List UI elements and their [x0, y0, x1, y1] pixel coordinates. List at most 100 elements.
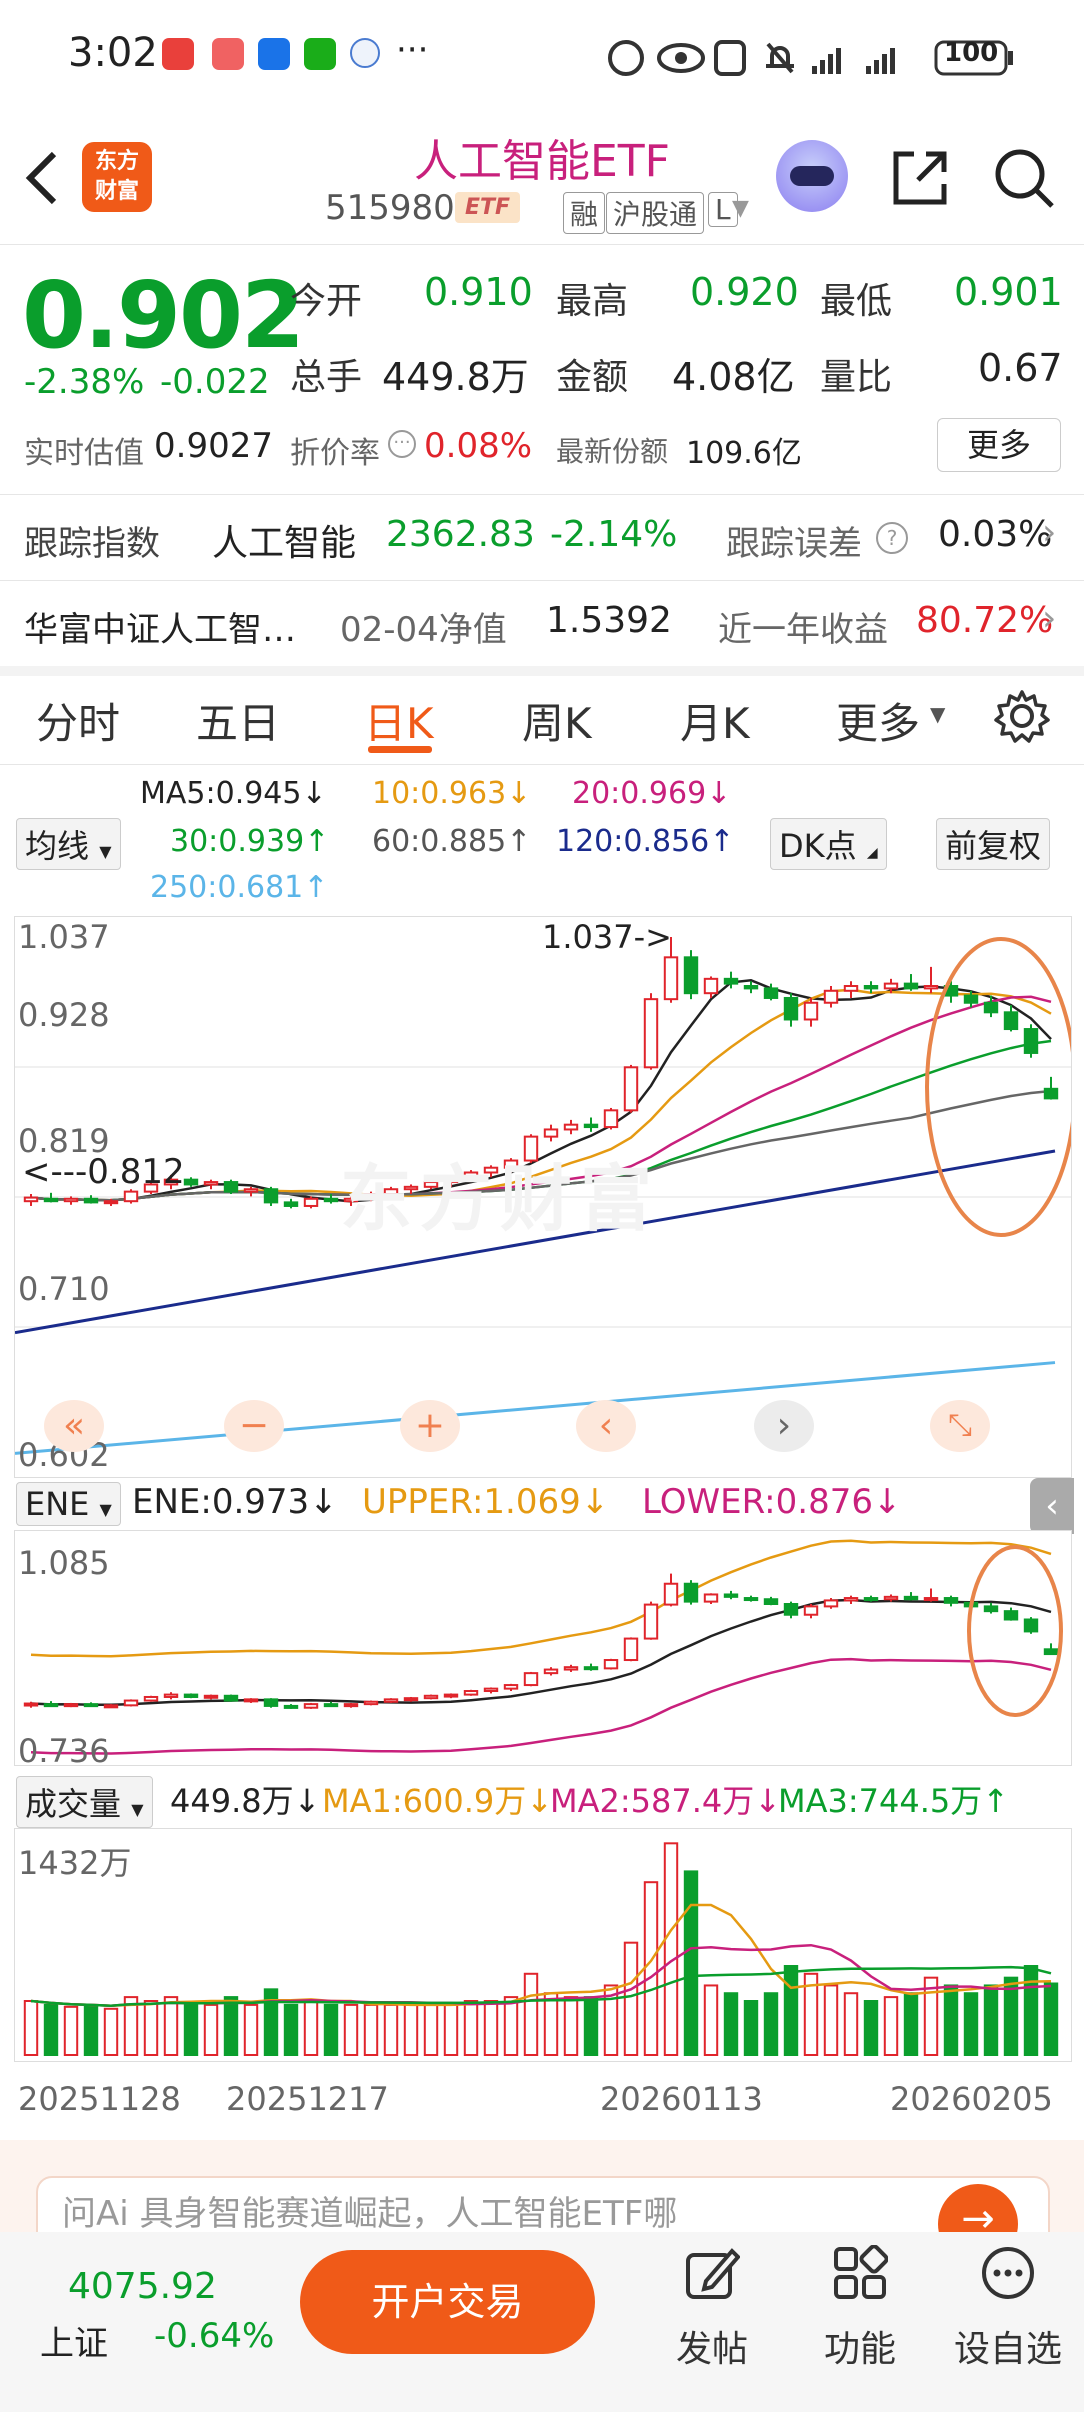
volume-bar	[523, 1972, 539, 2056]
ma120-value: 120:0.856↑	[556, 824, 735, 859]
fund-row[interactable]: 华富中证人工智… 02-04净值 1.5392 近一年收益 80.72% ›	[0, 582, 1084, 666]
ene-candle-body	[803, 1605, 819, 1616]
nav-add-watchlist[interactable]: 设自选	[948, 2320, 1068, 2372]
ene-candle-body	[503, 1684, 519, 1690]
ene-candle-body	[563, 1666, 579, 1671]
volume-selector[interactable]: 成交量 ▼	[16, 1776, 153, 1828]
tab-daily-k[interactable]: 日K	[364, 690, 434, 751]
tab-five-day[interactable]: 五日	[196, 690, 280, 751]
prev-button[interactable]: ‹	[576, 1400, 636, 1452]
huawei-store-icon	[212, 38, 244, 70]
indicator-selector[interactable]: 均线 ▼	[16, 818, 121, 870]
volume-bar	[683, 1870, 699, 2057]
navigation-app-icon	[258, 38, 290, 70]
tab-weekly-k[interactable]: 周K	[522, 690, 592, 751]
volume-bar	[1023, 1965, 1039, 2056]
nav-label: 02-04净值	[340, 610, 507, 650]
y-label-top: 1.037	[18, 918, 110, 956]
index-pct: -0.64%	[154, 2316, 275, 2356]
candle-body	[323, 1197, 339, 1203]
volume-svg	[23, 1842, 1059, 2057]
fullscreen-button[interactable]: ⤡	[930, 1400, 990, 1452]
ene-y-top: 1.085	[18, 1544, 110, 1582]
nav-post[interactable]: 发帖	[652, 2320, 772, 2372]
ene-candle-body	[83, 1703, 99, 1708]
high-label: 最高	[556, 281, 629, 322]
ene-candle-body	[103, 1704, 119, 1709]
tab-monthly-k[interactable]: 月K	[680, 690, 750, 751]
more-menu-icon[interactable]	[980, 2245, 1036, 2301]
dk-point-button[interactable]: DK点 ◢	[770, 818, 887, 870]
volume-value: 449.8万	[382, 355, 529, 399]
collapse-panel-button[interactable]: ‹	[1030, 1478, 1074, 1534]
nav-functions[interactable]: 功能	[800, 2320, 920, 2372]
y-label-4: 0.710	[18, 1270, 110, 1308]
volume-bar	[23, 2000, 39, 2056]
info-icon[interactable]: ···	[388, 430, 416, 458]
ene-candle-body	[283, 1704, 299, 1709]
open-account-button[interactable]: 开户交易	[300, 2250, 595, 2354]
volume-bar	[163, 1996, 179, 2056]
volume-bar	[583, 1996, 599, 2056]
next-button[interactable]: ›	[754, 1400, 814, 1452]
more-notifications: ···	[396, 30, 429, 70]
more-button[interactable]: 更多	[937, 418, 1061, 472]
rewind-button[interactable]: «	[44, 1400, 104, 1452]
functions-icon[interactable]	[832, 2245, 888, 2301]
tags-dropdown-icon[interactable]: ▼	[732, 196, 749, 221]
status-bar: 3:02 ··· 100	[0, 0, 1084, 110]
ene-candle-body	[63, 1703, 79, 1708]
ene-candle-body	[483, 1687, 499, 1693]
amount-label: 金额	[556, 357, 629, 398]
volume-bar	[403, 2003, 419, 2056]
search-icon[interactable]	[992, 146, 1056, 210]
candle-body	[663, 956, 679, 1001]
help-icon[interactable]: ?	[876, 522, 908, 554]
post-icon[interactable]	[684, 2245, 740, 2301]
volume-bar	[443, 2003, 459, 2056]
zoom-in-button[interactable]: +	[400, 1400, 460, 1452]
y-label-2: 0.928	[18, 996, 110, 1034]
ene-candle-body	[443, 1693, 459, 1698]
ene-selector[interactable]: ENE ▼	[16, 1482, 121, 1526]
tab-intraday[interactable]: 分时	[36, 690, 120, 751]
volume-bar	[423, 2003, 439, 2056]
ma5-value: MA5:0.945↓	[140, 776, 327, 811]
wechat-icon	[304, 38, 336, 70]
adjust-button[interactable]: 前复权	[936, 818, 1051, 870]
date-label-4: 20260205	[890, 2080, 1053, 2118]
tracking-row[interactable]: 跟踪指数 人工智能 2362.83 -2.14% 跟踪误差 ? 0.03% ›	[0, 496, 1084, 580]
ene-candle-body	[463, 1690, 479, 1696]
ene-candle-body	[943, 1597, 959, 1604]
volume-bar	[143, 2000, 159, 2056]
ai-banner-text: 问Ai 具身智能赛道崛起，人工智能ETF哪	[62, 2194, 678, 2234]
candle-body	[703, 977, 719, 995]
ene-candle-body	[543, 1668, 559, 1675]
share-icon[interactable]	[888, 146, 952, 210]
tracking-pct: -2.14%	[550, 514, 678, 555]
volume-chart[interactable]	[14, 1828, 1072, 2062]
settings-gear-icon[interactable]	[994, 688, 1050, 744]
candle-body	[843, 985, 859, 992]
tab-more[interactable]: 更多	[836, 690, 920, 751]
ene-candle-body	[703, 1593, 719, 1603]
ene-candle-body	[1023, 1618, 1039, 1633]
zoom-out-button[interactable]: −	[224, 1400, 284, 1452]
volume-bar	[643, 1881, 659, 2057]
ratio-label: 量比	[820, 357, 893, 398]
premium-label: 折价率	[290, 436, 380, 471]
volume-label: 总手	[290, 357, 363, 398]
volume-bar	[983, 1984, 999, 2056]
ene-candle-body	[343, 1703, 359, 1708]
ene-chart[interactable]	[14, 1530, 1072, 1766]
date-label-3: 20260113	[600, 2080, 763, 2118]
volume-bar	[303, 2000, 319, 2056]
ene-candle-body	[923, 1597, 939, 1602]
ene-candle-body	[43, 1703, 59, 1708]
volume-ma1: MA1:600.9万↓	[322, 1782, 554, 1820]
volume-current: 449.8万↓	[170, 1782, 321, 1820]
ai-assistant-icon[interactable]	[776, 140, 848, 212]
candle-body	[723, 977, 739, 985]
tag-stock-connect: 沪股通	[606, 192, 705, 234]
high-marker: 1.037->	[542, 918, 672, 956]
